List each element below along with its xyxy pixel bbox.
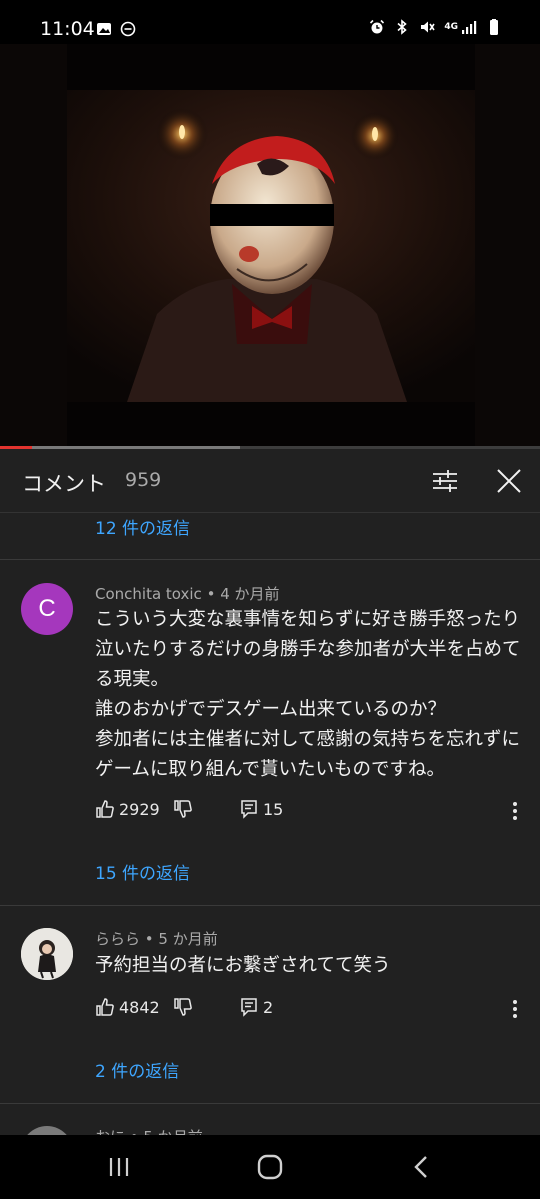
avatar[interactable]: C: [21, 583, 73, 635]
view-replies-link[interactable]: 12 件の返信: [95, 514, 190, 539]
comments-header: コメント 959: [0, 449, 540, 513]
video-thumbnail: [67, 44, 475, 446]
reply-count: 2: [263, 997, 274, 1017]
divider: [0, 559, 540, 560]
reply-button[interactable]: 15: [239, 799, 283, 819]
close-icon[interactable]: [494, 466, 524, 496]
like-button[interactable]: 4842: [95, 997, 160, 1017]
battery-icon: [490, 19, 498, 35]
comments-count: 959: [125, 469, 162, 491]
more-vert-icon[interactable]: [505, 799, 525, 823]
like-count: 4842: [119, 997, 160, 1017]
system-nav-bar: [0, 1135, 540, 1199]
view-replies-link[interactable]: 15 件の返信: [95, 859, 190, 884]
alarm-icon: [370, 19, 385, 34]
like-count: 2929: [119, 799, 160, 819]
status-time: 11:04: [40, 18, 95, 40]
network-label: 4G: [444, 21, 458, 32]
thumbs-up-icon: [96, 800, 114, 818]
avatar-image: [21, 928, 73, 980]
dnd-icon: [120, 21, 136, 37]
comment-actions: 2929 15: [95, 799, 525, 823]
comment-meta: おに • 5 か月前: [95, 1126, 203, 1135]
home-icon[interactable]: [254, 1153, 286, 1181]
mute-icon: [421, 21, 436, 33]
avatar[interactable]: [21, 928, 73, 980]
back-icon[interactable]: [406, 1153, 438, 1181]
comment-text: こういう大変な裏事情を知らずに好き勝手怒ったり泣いたりするだけの身勝手な参加者が…: [95, 609, 521, 780]
divider: [0, 1103, 540, 1104]
reply-icon: [241, 800, 257, 819]
like-button[interactable]: 2929: [95, 799, 160, 819]
reply-button[interactable]: 2: [239, 997, 273, 1017]
bluetooth-icon: [397, 19, 408, 35]
comment-actions: 4842 2: [95, 997, 525, 1021]
signal-icon: [462, 21, 477, 34]
avatar[interactable]: [21, 1126, 73, 1135]
comment-meta: Conchita toxic • 4 か月前: [95, 585, 280, 603]
video-player[interactable]: [0, 44, 540, 446]
divider: [0, 905, 540, 906]
thumbs-down-icon[interactable]: [173, 997, 193, 1017]
reply-count: 15: [263, 799, 284, 819]
comments-panel: コメント 959 12 件の返信 C Conchita toxic • 4 か月…: [0, 449, 540, 1135]
comments-title: コメント: [22, 472, 106, 496]
recents-icon[interactable]: [103, 1153, 135, 1181]
comment-text: 予約担当の者にお繋ぎされてて笑う: [95, 955, 391, 976]
more-vert-icon[interactable]: [505, 997, 525, 1021]
thumbs-down-icon[interactable]: [173, 799, 193, 819]
comment-meta: ららら • 5 か月前: [95, 930, 218, 948]
status-bar: 11:04 4G: [0, 0, 540, 44]
image-icon: [97, 23, 111, 35]
thumbs-up-icon: [96, 998, 114, 1016]
reply-icon: [241, 998, 257, 1017]
view-replies-link[interactable]: 2 件の返信: [95, 1057, 179, 1082]
filter-icon[interactable]: [430, 466, 460, 496]
